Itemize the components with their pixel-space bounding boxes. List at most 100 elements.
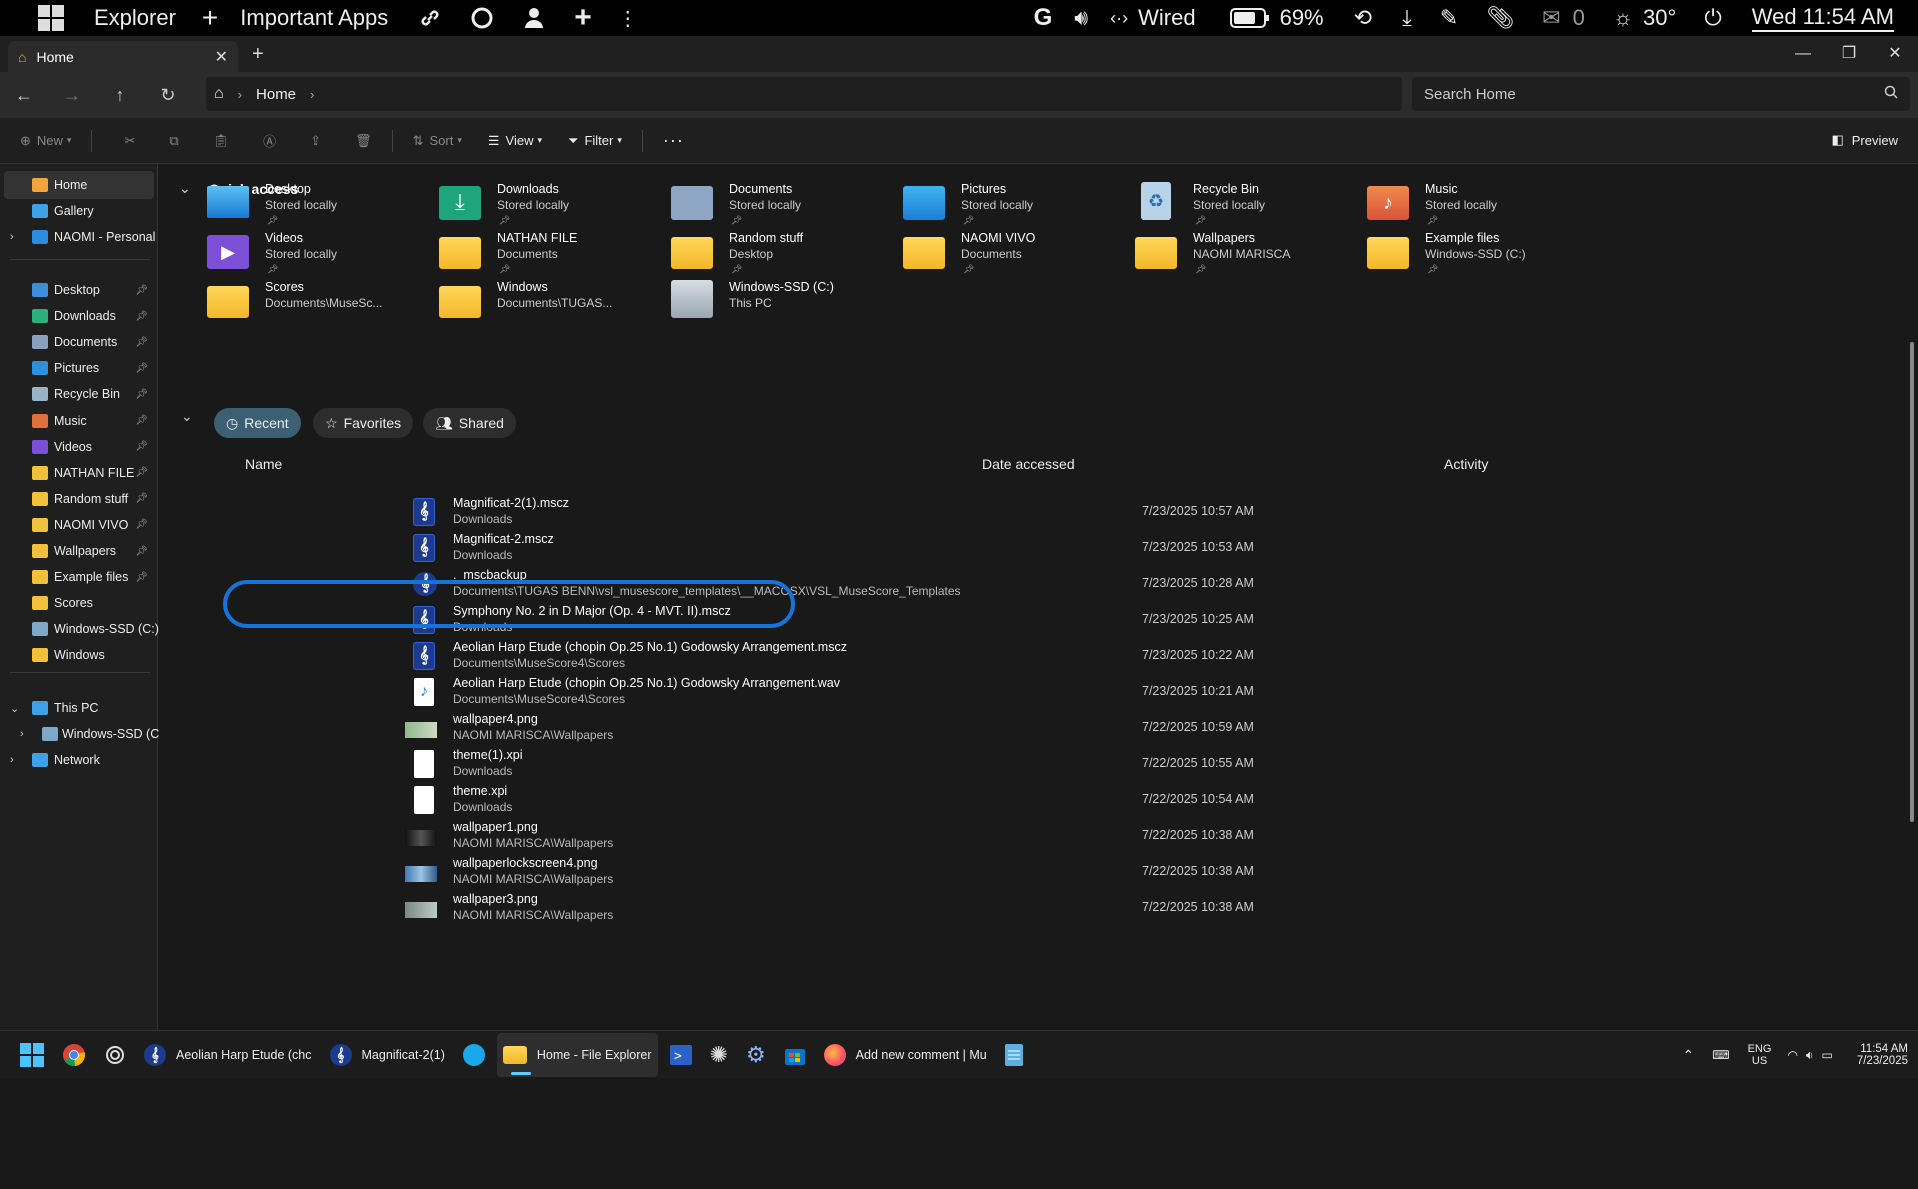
quick-access-item[interactable]: Wallpapers NAOMI MARISCA 📌︎ bbox=[1135, 227, 1385, 283]
pin-icon[interactable]: 📌︎ bbox=[1195, 264, 1206, 275]
sidebar-item[interactable]: ⌄ This PC bbox=[0, 694, 156, 722]
quick-access-item[interactable]: Documents Stored locally 📌︎ bbox=[671, 178, 921, 234]
pin-icon[interactable]: 📌︎ bbox=[135, 285, 148, 296]
tab-home[interactable]: ⌂ Home ✕ bbox=[8, 41, 238, 73]
quick-access-item[interactable]: Desktop Stored locally 📌︎ bbox=[207, 178, 457, 234]
sidebar-item[interactable]: Example files 📌︎ bbox=[0, 563, 156, 591]
pin-icon[interactable]: 📌︎ bbox=[135, 572, 148, 583]
pin-icon[interactable]: 📌︎ bbox=[499, 264, 510, 275]
sidebar-item[interactable]: NAOMI VIVO 📌︎ bbox=[0, 511, 156, 539]
windows-start-icon[interactable] bbox=[38, 5, 64, 31]
quick-access-item[interactable]: Scores Documents\MuseSc... bbox=[207, 276, 457, 332]
pin-icon[interactable]: 📌︎ bbox=[135, 546, 148, 557]
sort-button[interactable]: ⇅ Sort ▾ bbox=[407, 126, 468, 156]
back-button[interactable]: ← bbox=[0, 85, 48, 106]
chevron-icon[interactable]: ⌄ bbox=[10, 702, 19, 715]
taskbar-app-button[interactable]: Add new comment | Mu bbox=[818, 1033, 993, 1077]
chevron-icon[interactable]: › bbox=[20, 728, 24, 740]
copy-icon[interactable]: ⧉ bbox=[163, 126, 184, 156]
musescore-hub-icon[interactable] bbox=[457, 1033, 491, 1077]
volume-icon[interactable]: 🔊︎ bbox=[1074, 5, 1088, 31]
battery-icon[interactable]: ▭ bbox=[1821, 1048, 1832, 1062]
search-input[interactable]: Search Home bbox=[1412, 77, 1910, 111]
pin-icon[interactable]: 📌︎ bbox=[135, 519, 148, 530]
quick-access-item[interactable]: NATHAN FILE Documents 📌︎ bbox=[439, 227, 689, 283]
sidebar-item[interactable]: Scores bbox=[0, 589, 156, 617]
sidebar-item[interactable]: Music 📌︎ bbox=[0, 407, 156, 435]
filter-button[interactable]: ⏷ Filter ▾ bbox=[562, 126, 628, 156]
search-icon[interactable] bbox=[1884, 85, 1898, 103]
pin-icon[interactable]: 📌︎ bbox=[135, 389, 148, 400]
chevron-down-icon[interactable]: ⌄ bbox=[181, 408, 193, 425]
paperclip-icon[interactable]: 📎︎ bbox=[1486, 5, 1514, 31]
weather-icon[interactable]: ☼ bbox=[1613, 5, 1633, 31]
chevron-up-icon[interactable]: ⌃ bbox=[1683, 1047, 1695, 1064]
up-button[interactable]: ↑ bbox=[96, 85, 144, 106]
store-icon[interactable] bbox=[778, 1033, 812, 1077]
sidebar-item[interactable]: Windows bbox=[0, 641, 156, 669]
cut-icon[interactable]: ✂ bbox=[118, 126, 141, 156]
pin-icon[interactable]: 📌︎ bbox=[1427, 215, 1438, 226]
pin-icon[interactable]: 📌︎ bbox=[499, 215, 510, 226]
tab-shared[interactable]: 👥︎ Shared bbox=[423, 408, 516, 438]
forward-button[interactable]: → bbox=[48, 85, 96, 106]
keyboard-icon[interactable]: ⌨ bbox=[1712, 1048, 1729, 1062]
scrollbar-thumb[interactable] bbox=[1910, 342, 1914, 822]
chatgpt-icon[interactable]: ✺ bbox=[704, 1033, 734, 1077]
pin-icon[interactable]: 📌︎ bbox=[1195, 215, 1206, 226]
sidebar-item[interactable]: › NAOMI - Personal bbox=[0, 223, 156, 251]
battery-icon[interactable] bbox=[1229, 7, 1270, 29]
pin-icon[interactable]: 📌︎ bbox=[731, 264, 742, 275]
taskbar-app-button[interactable]: Home - File Explorer bbox=[496, 1032, 658, 1077]
google-icon[interactable]: G bbox=[1034, 4, 1053, 32]
pin-icon[interactable]: 📌︎ bbox=[963, 215, 974, 226]
chevron-down-icon[interactable]: ⌄ bbox=[179, 180, 191, 197]
quick-access-item[interactable]: ♻ Recycle Bin Stored locally 📌︎ bbox=[1135, 178, 1385, 234]
quick-access-item[interactable]: Windows Documents\TUGAS... bbox=[439, 276, 689, 332]
sidebar-item[interactable]: Home bbox=[4, 171, 154, 199]
sidebar-item[interactable]: NATHAN FILE 📌︎ bbox=[0, 459, 156, 487]
close-tab-icon[interactable]: ✕ bbox=[215, 47, 228, 67]
powershell-icon[interactable]: > bbox=[664, 1033, 698, 1077]
tab-favorites[interactable]: ☆ Favorites bbox=[313, 408, 414, 438]
column-date-accessed[interactable]: Date accessed bbox=[982, 456, 1075, 472]
column-name[interactable]: Name bbox=[245, 456, 282, 472]
paste-icon[interactable]: 📋︎ bbox=[207, 126, 236, 156]
chevron-icon[interactable]: › bbox=[10, 754, 14, 766]
pin-icon[interactable]: 📌︎ bbox=[135, 467, 148, 478]
mail-icon[interactable]: ✉ bbox=[1542, 5, 1560, 31]
chrome-icon[interactable] bbox=[56, 1033, 92, 1077]
pin-icon[interactable]: 📌︎ bbox=[135, 311, 148, 322]
delete-icon[interactable]: 🗑︎ bbox=[349, 126, 378, 156]
sidebar-item[interactable]: Random stuff 📌︎ bbox=[0, 485, 156, 513]
quick-access-item[interactable]: ▶ Videos Stored locally 📌︎ bbox=[207, 227, 457, 283]
sidebar-item[interactable]: Windows-SSD (C:) bbox=[0, 615, 159, 643]
preview-button[interactable]: ◧ Preview bbox=[1831, 132, 1898, 148]
chevron-right-icon[interactable]: › bbox=[10, 231, 14, 243]
sidebar-item[interactable]: Gallery bbox=[0, 197, 156, 225]
pin-icon[interactable]: 📌︎ bbox=[135, 415, 148, 426]
pin-icon[interactable]: 📌︎ bbox=[1427, 264, 1438, 275]
download-icon[interactable]: ⤓ bbox=[1402, 5, 1412, 31]
pin-icon[interactable]: 📌︎ bbox=[731, 215, 742, 226]
cortana-icon[interactable] bbox=[98, 1033, 132, 1077]
history-icon[interactable]: ⟲ bbox=[1354, 5, 1372, 31]
pin-icon[interactable]: 📌︎ bbox=[135, 441, 148, 452]
add-icon[interactable]: + bbox=[202, 2, 218, 34]
speaker-icon[interactable]: 🔉︎ bbox=[1806, 1048, 1814, 1063]
taskbar-app-button[interactable]: 𝄞 Magnificat-2(1) bbox=[324, 1033, 451, 1077]
pin-icon[interactable]: 📌︎ bbox=[267, 264, 278, 275]
network-icon[interactable]: ‹·› bbox=[1110, 8, 1128, 29]
language-indicator[interactable]: ENG US bbox=[1748, 1043, 1772, 1067]
notes-icon[interactable]: ✎ bbox=[1440, 5, 1458, 31]
sidebar-item[interactable]: Desktop 📌︎ bbox=[0, 276, 156, 304]
quick-access-item[interactable]: ♪ Music Stored locally 📌︎ bbox=[1367, 178, 1617, 234]
chevron-right-icon[interactable]: › bbox=[310, 87, 314, 102]
refresh-button[interactable]: ↻ bbox=[144, 85, 192, 106]
power-icon[interactable]: ⏻ bbox=[1704, 5, 1721, 31]
pin-icon[interactable]: 📌︎ bbox=[963, 264, 974, 275]
link-icon[interactable] bbox=[418, 6, 442, 30]
home-icon[interactable]: ⌂ bbox=[214, 85, 224, 103]
taskbar-app-button[interactable]: 𝄞 Aeolian Harp Etude (chc bbox=[138, 1033, 318, 1077]
user-icon[interactable] bbox=[522, 6, 546, 30]
